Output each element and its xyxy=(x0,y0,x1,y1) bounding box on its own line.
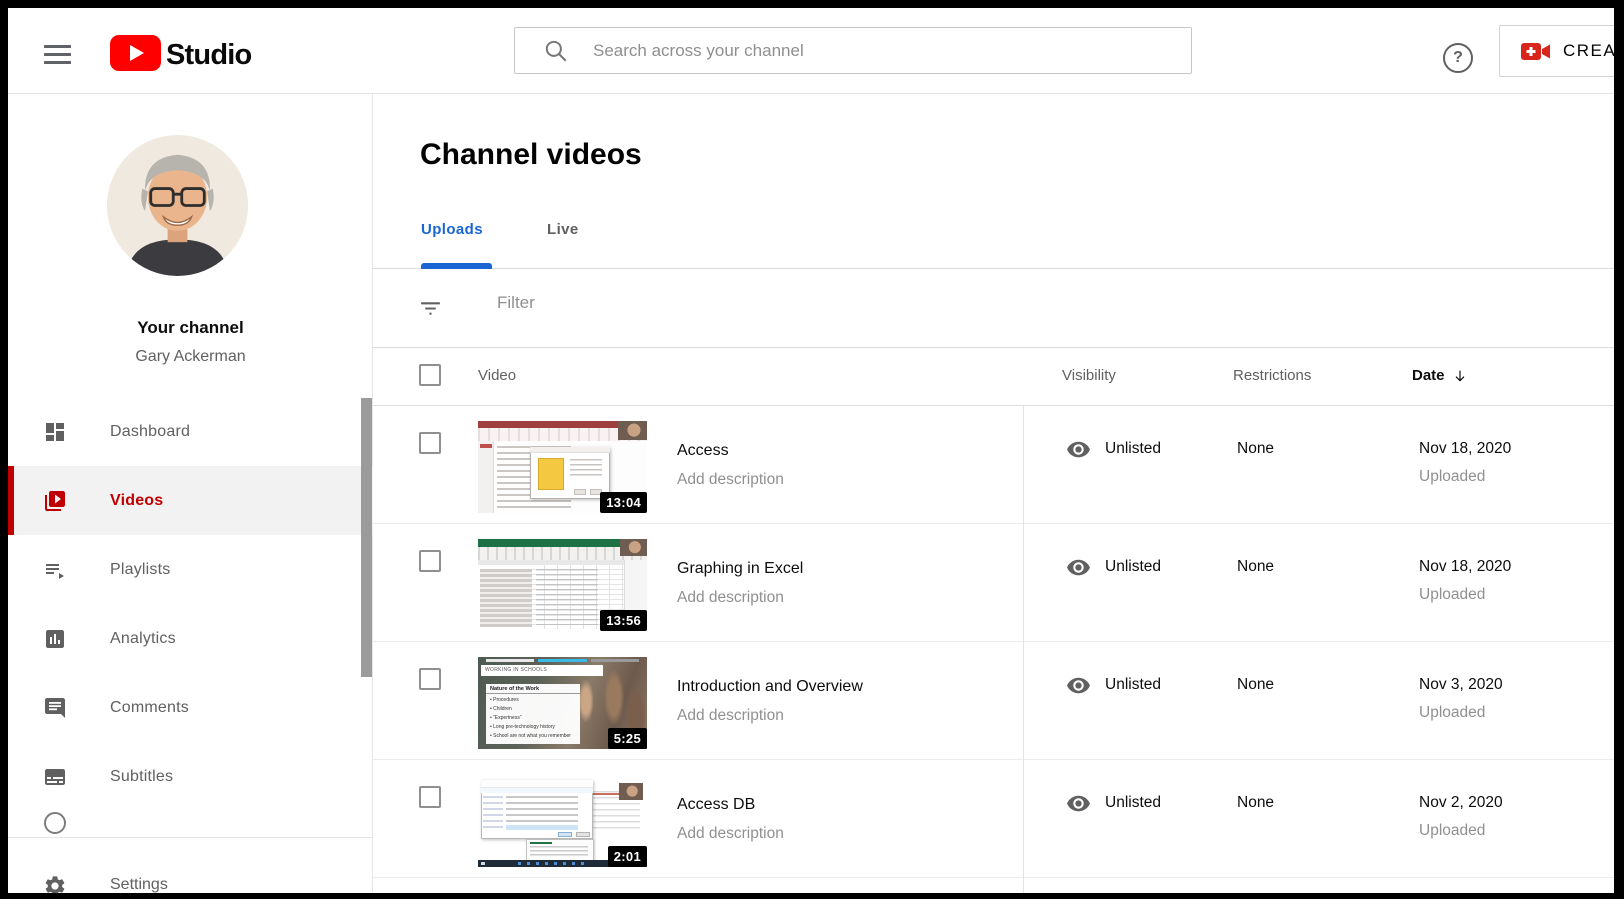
column-restrictions: Restrictions xyxy=(1233,367,1312,384)
youtube-studio-window: Studio ? CREATE xyxy=(8,8,1614,893)
menu-icon[interactable] xyxy=(44,45,71,65)
help-glyph: ? xyxy=(1453,49,1463,66)
channel-title: Your channel xyxy=(137,318,244,337)
sidebar-item-playlists[interactable]: Playlists xyxy=(8,535,373,604)
help-icon[interactable]: ? xyxy=(1443,43,1473,73)
video-table-rows: 13:04 Access Add description Unlisted No… xyxy=(373,406,1614,893)
video-thumbnail[interactable]: 13:56 xyxy=(478,539,647,631)
sidebar-item-videos[interactable]: Videos xyxy=(8,466,373,535)
video-thumbnail[interactable]: 13:04 xyxy=(478,421,647,513)
row-checkbox[interactable] xyxy=(419,786,441,808)
video-title[interactable]: Access DB xyxy=(677,796,755,814)
restrictions-cell: None xyxy=(1237,440,1275,457)
sidebar-scrollbar[interactable] xyxy=(361,398,372,677)
create-button[interactable]: CREATE xyxy=(1499,25,1614,77)
filter-bar xyxy=(373,269,1614,348)
sidebar-menu: Dashboard Videos Playlists Analytics Com… xyxy=(8,397,373,837)
add-description[interactable]: Add description xyxy=(677,589,784,607)
tabs: Uploads Live xyxy=(373,94,1614,269)
unlisted-eye-icon xyxy=(1067,559,1090,576)
column-date-sort[interactable]: Date xyxy=(1412,367,1468,384)
duration-badge: 5:25 xyxy=(607,728,647,749)
copyright-icon-partial xyxy=(44,812,66,834)
duration-badge: 2:01 xyxy=(607,846,647,867)
row-checkbox[interactable] xyxy=(419,668,441,690)
visibility-cell[interactable]: Unlisted xyxy=(1066,791,1161,816)
youtube-play-icon xyxy=(110,35,161,76)
search-icon xyxy=(545,40,567,61)
column-divider xyxy=(1023,406,1024,893)
row-checkbox[interactable] xyxy=(419,550,441,572)
duration-badge: 13:04 xyxy=(600,492,647,513)
unlisted-eye-icon xyxy=(1067,795,1090,812)
sidebar: Your channel Gary Ackerman Dashboard Vid… xyxy=(8,94,373,893)
videos-icon xyxy=(43,489,67,513)
date-cell: Nov 18, 2020 Uploaded xyxy=(1419,440,1512,485)
create-button-label: CREATE xyxy=(1563,41,1614,60)
restrictions-cell: None xyxy=(1237,558,1275,575)
video-thumbnail[interactable]: 2:01 xyxy=(478,775,647,867)
sidebar-item-comments[interactable]: Comments xyxy=(8,673,373,742)
date-cell: Nov 3, 2020 Uploaded xyxy=(1419,676,1503,721)
sort-descending-icon xyxy=(1455,370,1464,382)
date-cell: Nov 18, 2020 Uploaded xyxy=(1419,558,1512,603)
filter-input[interactable] xyxy=(497,293,997,313)
visibility-cell[interactable]: Unlisted xyxy=(1066,673,1161,698)
date-cell: Nov 2, 2020 Uploaded xyxy=(1419,794,1503,839)
access-table-icon xyxy=(538,458,564,490)
restrictions-cell: None xyxy=(1237,794,1275,811)
playlists-icon xyxy=(43,558,67,582)
sidebar-item-analytics[interactable]: Analytics xyxy=(8,604,373,673)
youtube-studio-logo[interactable]: Studio xyxy=(110,35,252,76)
duration-badge: 13:56 xyxy=(600,610,647,631)
tab-live[interactable]: Live xyxy=(547,221,579,238)
slide-bullet-box: Nature of the Work Procedures Children “… xyxy=(486,684,580,744)
sidebar-item-subtitles[interactable]: Subtitles xyxy=(8,742,373,811)
sidebar-item-dashboard[interactable]: Dashboard xyxy=(8,397,373,466)
column-video: Video xyxy=(478,367,517,384)
dashboard-icon xyxy=(43,420,67,444)
video-title[interactable]: Access xyxy=(677,442,729,460)
add-description[interactable]: Add description xyxy=(677,707,784,725)
unlisted-eye-icon xyxy=(1067,677,1090,694)
search-input[interactable] xyxy=(593,40,1191,61)
video-title[interactable]: Graphing in Excel xyxy=(677,560,803,578)
settings-gear-icon xyxy=(43,874,67,893)
visibility-cell[interactable]: Unlisted xyxy=(1066,437,1161,462)
sidebar-item-settings[interactable]: Settings xyxy=(8,838,373,893)
video-title[interactable]: Introduction and Overview xyxy=(677,678,863,696)
comments-icon xyxy=(43,696,67,720)
add-description[interactable]: Add description xyxy=(677,825,784,843)
select-all-checkbox[interactable] xyxy=(419,364,441,386)
analytics-icon xyxy=(43,627,67,651)
channel-name: Gary Ackerman xyxy=(135,348,246,365)
unlisted-eye-icon xyxy=(1067,441,1090,458)
webcam-inset xyxy=(618,421,647,440)
tab-uploads[interactable]: Uploads xyxy=(421,221,483,238)
row-checkbox[interactable] xyxy=(419,432,441,454)
studio-wordmark: Studio xyxy=(166,39,252,71)
slide-top-label: WORKING IN SCHOOLS xyxy=(481,665,603,676)
create-video-icon xyxy=(1521,42,1550,60)
column-visibility: Visibility xyxy=(1062,367,1116,384)
table-header: Video Visibility Restrictions Date xyxy=(373,348,1614,406)
webcam-inset xyxy=(619,783,643,800)
visibility-cell[interactable]: Unlisted xyxy=(1066,555,1161,580)
topbar: Studio ? CREATE xyxy=(8,8,1614,94)
search-box xyxy=(514,27,1192,74)
filter-icon xyxy=(418,296,443,321)
excel-label-column xyxy=(480,569,532,627)
avatar[interactable] xyxy=(107,135,248,276)
video-row[interactable]: WORKING IN SCHOOLS Nature of the Work Pr… xyxy=(373,642,1614,760)
video-row[interactable]: 2:01 Access DB Add description Unlisted … xyxy=(373,760,1614,878)
video-row[interactable]: 13:56 Graphing in Excel Add description … xyxy=(373,524,1614,642)
main-content: Channel videos Uploads Live Video Visibi… xyxy=(373,94,1614,893)
video-row[interactable]: 13:04 Access Add description Unlisted No… xyxy=(373,406,1614,524)
video-thumbnail[interactable]: WORKING IN SCHOOLS Nature of the Work Pr… xyxy=(478,657,647,749)
add-description[interactable]: Add description xyxy=(677,471,784,489)
webcam-inset xyxy=(620,539,647,556)
subtitles-icon xyxy=(43,765,67,789)
restrictions-cell: None xyxy=(1237,676,1275,693)
